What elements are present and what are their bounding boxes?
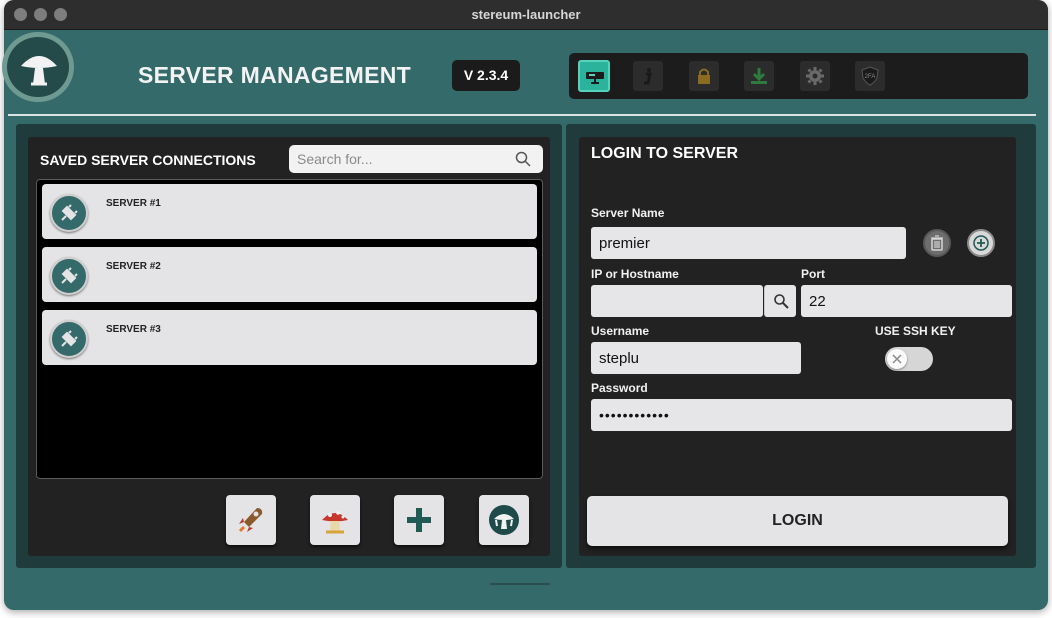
- search-box: [289, 145, 543, 173]
- add-server-button[interactable]: [394, 495, 444, 545]
- server-list-item[interactable]: SERVER #3: [42, 310, 537, 365]
- server-name: SERVER #1: [106, 198, 161, 209]
- server-avatar: [50, 320, 88, 358]
- nav-server-button[interactable]: [578, 60, 610, 92]
- password-field[interactable]: ••••••••••••: [591, 399, 1012, 431]
- magnifier-icon: [774, 294, 789, 309]
- port-field[interactable]: [801, 285, 1012, 317]
- saved-connections-title: SAVED SERVER CONNECTIONS: [40, 152, 256, 168]
- rocket-button[interactable]: [226, 495, 276, 545]
- server-list-item[interactable]: SERVER #1: [42, 184, 537, 239]
- login-title: LOGIN TO SERVER: [591, 145, 738, 162]
- toggle-knob: [887, 349, 907, 369]
- username-field[interactable]: [591, 342, 801, 374]
- delete-server-button[interactable]: [923, 229, 951, 257]
- ip-field[interactable]: [591, 285, 763, 317]
- plug-icon: [61, 330, 78, 347]
- title-bar: stereum-launcher: [4, 0, 1048, 30]
- nav-settings-button[interactable]: [800, 61, 830, 91]
- ssh-key-toggle[interactable]: [885, 347, 933, 371]
- server-name-field[interactable]: [591, 227, 906, 259]
- nav-info-button[interactable]: [633, 61, 663, 91]
- mushroom-button[interactable]: [310, 495, 360, 545]
- plus-icon: [407, 508, 431, 532]
- plug-icon: [61, 204, 78, 221]
- download-icon: [751, 68, 767, 84]
- password-label: Password: [591, 381, 648, 395]
- stereum-button[interactable]: [479, 495, 529, 545]
- top-nav: 2FA: [569, 53, 1028, 99]
- ip-label: IP or Hostname: [591, 267, 679, 281]
- plug-icon: [61, 267, 78, 284]
- plus-circle-icon: [973, 235, 989, 251]
- add-server-connection-button[interactable]: [967, 229, 995, 257]
- server-list-item[interactable]: SERVER #2: [42, 247, 537, 302]
- server-avatar: [50, 194, 88, 232]
- server-icon: [586, 72, 604, 84]
- close-icon: [892, 354, 902, 364]
- mushroom-icon: [322, 511, 348, 534]
- trash-icon: [931, 235, 943, 251]
- ip-lookup-button[interactable]: [764, 285, 796, 317]
- search-icon[interactable]: [515, 151, 531, 167]
- username-label: Username: [591, 324, 650, 338]
- server-avatar: [50, 257, 88, 295]
- page-title: SERVER MANAGEMENT: [138, 62, 412, 88]
- rocket-icon: [238, 508, 263, 533]
- stereum-icon: [489, 505, 519, 535]
- nav-2fa-button[interactable]: 2FA: [855, 61, 885, 91]
- server-name: SERVER #3: [106, 324, 161, 335]
- lock-icon: [698, 68, 710, 84]
- info-icon: [644, 68, 652, 85]
- login-button[interactable]: LOGIN: [587, 496, 1008, 546]
- mushroom-logo-icon: [21, 56, 57, 86]
- server-name-label: Server Name: [591, 206, 665, 220]
- version-badge: V 2.3.4: [452, 60, 520, 91]
- server-list: SERVER #1 SERVER #2 SERVER #3: [36, 179, 543, 479]
- nav-download-button[interactable]: [744, 61, 774, 91]
- window-resize-handle: [490, 583, 550, 585]
- ssh-key-label: USE SSH KEY: [875, 324, 956, 338]
- gear-icon: [806, 67, 824, 85]
- shield-2fa-icon: 2FA: [861, 66, 879, 86]
- nav-lock-button[interactable]: [689, 61, 719, 91]
- 2fa-label: 2FA: [865, 74, 876, 80]
- window-title: stereum-launcher: [471, 7, 581, 22]
- port-label: Port: [801, 267, 825, 281]
- search-input[interactable]: [297, 149, 497, 169]
- server-name: SERVER #2: [106, 261, 161, 272]
- app-logo: [2, 32, 74, 102]
- header-divider: [8, 114, 1036, 116]
